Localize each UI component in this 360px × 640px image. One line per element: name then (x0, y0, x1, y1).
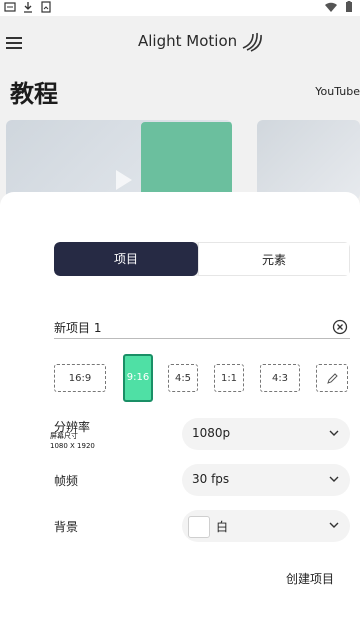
ratio-9-16[interactable]: 9:16 (123, 354, 153, 402)
background-label: 背景 (54, 520, 79, 534)
app-notification-icon (4, 1, 16, 16)
tutorials-title: 教程 (10, 80, 58, 108)
project-name-row (54, 318, 350, 339)
tab-element[interactable]: 元素 (198, 242, 350, 276)
framerate-label: 帧频 (54, 474, 79, 488)
battery-icon (344, 1, 354, 16)
resolution-select[interactable]: 1080p (182, 418, 350, 450)
custom-ratio-button[interactable] (316, 364, 348, 392)
download-icon (22, 1, 34, 16)
logo-text: Alight Motion (138, 32, 238, 50)
logo-swirl-icon (242, 32, 263, 52)
chevron-down-icon (329, 430, 339, 436)
resolution-value: 1080p (192, 426, 231, 440)
ratio-16-9[interactable]: 16:9 (54, 364, 106, 392)
project-name-input[interactable] (54, 318, 314, 336)
ratio-4-3[interactable]: 4:3 (260, 364, 300, 392)
create-project-button[interactable]: 创建项目 (286, 570, 334, 587)
app-bar: Alight Motion (0, 16, 360, 72)
clear-icon[interactable] (332, 319, 348, 335)
youtube-link[interactable]: YouTube (315, 85, 360, 98)
gallery-icon (40, 1, 52, 16)
new-project-sheet: 项目 元素 16:9 9:16 4:5 1:1 4:3 分辨率 屏幕尺寸 108… (0, 192, 360, 640)
chevron-down-icon (329, 522, 339, 528)
thumbnail-phone-image (141, 122, 232, 198)
resolution-sublabel-screen: 屏幕尺寸 (50, 432, 78, 440)
chevron-down-icon (329, 476, 339, 482)
status-bar (0, 0, 360, 16)
tutorial-thumbnail[interactable] (257, 120, 360, 200)
app-logo: Alight Motion (138, 30, 263, 52)
play-icon (116, 170, 132, 190)
tutorial-thumbnail[interactable] (6, 120, 232, 200)
tab-project[interactable]: 项目 (54, 242, 198, 276)
framerate-select[interactable]: 30 fps (182, 464, 350, 496)
edit-icon (327, 373, 338, 384)
resolution-sublabel-size: 1080 X 1920 (50, 442, 95, 450)
tutorial-thumbnails (0, 120, 360, 200)
wifi-icon (324, 1, 338, 16)
background-select[interactable]: 白 (182, 510, 350, 542)
background-color-swatch (188, 516, 210, 538)
background-value: 白 (216, 520, 229, 534)
aspect-ratio-options: 16:9 9:16 4:5 1:1 4:3 (54, 354, 350, 404)
ratio-1-1[interactable]: 1:1 (214, 364, 244, 392)
menu-icon[interactable] (6, 34, 24, 52)
project-tabs: 项目 元素 (54, 242, 350, 276)
ratio-4-5[interactable]: 4:5 (168, 364, 198, 392)
framerate-value: 30 fps (192, 472, 230, 486)
